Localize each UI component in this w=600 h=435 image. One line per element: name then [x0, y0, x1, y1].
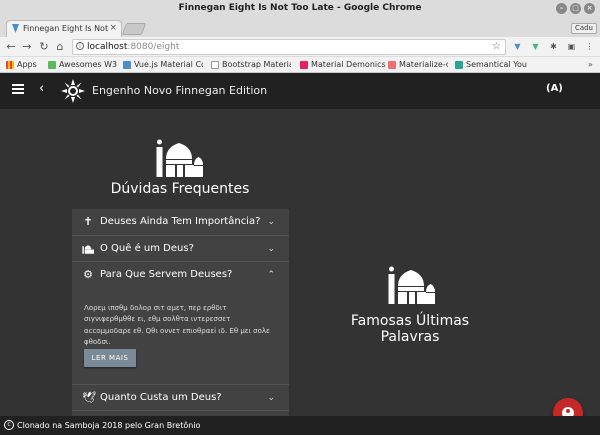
bookmark-label: Apps	[17, 60, 37, 69]
more-bookmarks-icon[interactable]: »	[588, 59, 598, 71]
bookmark-star-icon[interactable]: ☆	[492, 40, 501, 54]
cross-icon: ✝	[83, 215, 93, 228]
bookmark-favicon-icon	[48, 61, 56, 69]
bookmark-apps[interactable]: Apps	[6, 59, 46, 71]
bookmark-awesomes[interactable]: Awesomes W3	[48, 59, 118, 71]
mosque-icon	[388, 266, 435, 304]
bookmark-materialize[interactable]: Materialize-o	[388, 59, 448, 71]
faq-question-3[interactable]: ⚙ Para Que Servem Deuses? ⌃	[72, 262, 289, 289]
mosque-icon	[82, 244, 94, 254]
faq-expansion-panel: ✝ Deuses Ainda Tem Importância? ⌄ O Quê …	[72, 209, 289, 416]
minimize-icon[interactable]: –	[556, 3, 567, 14]
menu-icon[interactable]	[12, 84, 24, 94]
gear-icon: ⚙	[83, 268, 93, 281]
question-label: Para Que Servem Deuses?	[100, 269, 233, 280]
window-title-bar: Finnegan Eight Is Not Too Late - Google …	[0, 0, 600, 17]
bird-icon: 🕊	[82, 390, 96, 404]
bookmark-favicon-icon	[300, 61, 308, 69]
bookmark-favicon-icon	[123, 61, 131, 69]
bookmark-label: Bootstrap Material	[222, 60, 291, 69]
window-title: Finnegan Eight Is Not Too Late - Google …	[178, 3, 422, 13]
chevron-down-icon: ⌄	[267, 243, 275, 254]
bookmark-label: Awesomes W3	[59, 60, 118, 69]
footer: c Clonado na Samboja 2018 pelo Gran Bret…	[0, 416, 600, 435]
vue-extension-icon[interactable]: ▼	[530, 41, 541, 52]
info-icon[interactable]: i	[76, 42, 84, 50]
pocket-extension-icon[interactable]: ▣	[566, 41, 577, 52]
answer-text: Λορεμ ιπσθμ δολορ σιτ αμετ, περ ερθδιτ σ…	[84, 303, 270, 347]
new-tab-button[interactable]	[121, 23, 147, 35]
tab-strip: Finnegan Eight Is Not × Cadu	[0, 17, 600, 37]
reload-icon[interactable]: ↻	[37, 40, 51, 54]
forward-arrow-icon[interactable]: →	[20, 40, 34, 54]
faq-question-4[interactable]: 🕊 Quanto Custa um Deus? ⌄	[72, 385, 289, 411]
copyright-icon: c	[4, 420, 14, 430]
vue-favicon-icon	[12, 24, 19, 33]
browser-tab[interactable]: Finnegan Eight Is Not ×	[6, 20, 122, 37]
bookmark-vue-material[interactable]: Vue.js Material Co	[123, 59, 203, 71]
bookmark-label: Materialize-o	[399, 60, 448, 69]
bookmark-label: Material Demonics	[311, 60, 386, 69]
bookmarks-bar: Apps Awesomes W3 Vue.js Material Co Boot…	[0, 57, 600, 73]
bookmark-label: Semantical You	[466, 60, 527, 69]
page-icon	[211, 61, 219, 69]
sun-logo-icon	[61, 79, 85, 103]
quotes-heading: Famosas Últimas Palavras	[350, 313, 470, 345]
browser-toolbar: ← → ↻ ⌂ i localhost:8080/eight ☆ ▼ ▼ ✱ ▣…	[0, 37, 600, 57]
faq-question-2[interactable]: O Quê é um Deus? ⌄	[72, 236, 289, 262]
bookmark-favicon-icon	[388, 61, 396, 69]
url-path: :8080/eight	[127, 42, 180, 52]
read-more-button[interactable]: LER MAIS	[84, 348, 136, 367]
maximize-icon[interactable]: □	[570, 3, 581, 14]
question-label: Quanto Custa um Deus?	[100, 391, 222, 403]
bookmark-label: Vue.js Material Co	[134, 60, 203, 69]
radio-tower-icon[interactable]: (A)	[546, 83, 563, 94]
bookmark-semantical[interactable]: Semantical You	[455, 59, 535, 71]
question-label: O Quê é um Deus?	[100, 242, 194, 254]
question-label: Deuses Ainda Tem Importância?	[100, 216, 261, 227]
home-icon[interactable]: ⌂	[53, 40, 67, 54]
chrome-menu-icon[interactable]: ⋮	[584, 41, 595, 52]
tab-title: Finnegan Eight Is Not	[23, 24, 109, 33]
chevron-down-icon: ⌄	[267, 392, 275, 403]
bookmark-material-demonics[interactable]: Material Demonics	[300, 59, 386, 71]
chevron-left-icon[interactable]: ‹	[39, 81, 44, 96]
extension-icon[interactable]: ✱	[548, 41, 559, 52]
url-host: localhost	[87, 42, 128, 52]
apps-grid-icon	[6, 61, 14, 69]
bookmark-bootstrap-material[interactable]: Bootstrap Material	[211, 59, 291, 71]
app-bar: ‹ Engenho Novo Finnegan Edition (A)	[0, 73, 600, 109]
back-arrow-icon[interactable]: ←	[4, 40, 18, 54]
app-title: Engenho Novo Finnegan Edition	[92, 84, 268, 97]
profile-badge[interactable]: Cadu	[570, 23, 597, 34]
faq-heading: Dúvidas Frequentes	[110, 181, 250, 197]
close-tab-icon[interactable]: ×	[109, 21, 117, 36]
faq-question-1[interactable]: ✝ Deuses Ainda Tem Importância? ⌄	[72, 209, 289, 236]
footer-text: Clonado na Samboja 2018 pelo Gran Bretôn…	[17, 421, 201, 430]
faq-answer: Λορεμ ιπσθμ δολορ σιτ αμετ, περ ερθδιτ σ…	[72, 289, 289, 385]
mosque-icon	[156, 139, 203, 177]
main-content: Dúvidas Frequentes ✝ Deuses Ainda Tem Im…	[0, 109, 600, 416]
address-bar[interactable]: i localhost:8080/eight ☆	[72, 39, 506, 55]
chevron-down-icon: ⌄	[267, 217, 275, 227]
close-window-icon[interactable]: ×	[584, 3, 595, 14]
vue-devtools-icon[interactable]: ▼	[512, 41, 523, 52]
bookmark-favicon-icon	[455, 61, 463, 69]
chevron-up-icon: ⌃	[267, 270, 275, 280]
